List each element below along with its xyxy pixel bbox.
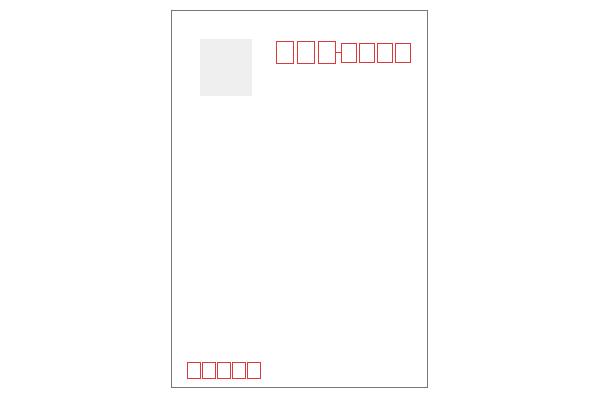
postal-code-box-6[interactable]: [377, 43, 393, 63]
postal-code-box-4[interactable]: [341, 43, 357, 63]
sender-postal-code-box-3[interactable]: [217, 362, 231, 379]
sender-postal-code-box-2[interactable]: [202, 362, 216, 379]
postal-code-box-5[interactable]: [359, 43, 375, 63]
postal-code-box-7[interactable]: [395, 43, 411, 63]
postcard: [171, 10, 428, 388]
postal-code-box-2[interactable]: [297, 41, 315, 64]
sender-postal-code-box-1[interactable]: [187, 362, 201, 379]
sender-postal-code-box-4[interactable]: [232, 362, 246, 379]
postal-code-box-3[interactable]: [318, 41, 336, 64]
page-canvas: [0, 0, 600, 400]
postal-code-box-1[interactable]: [276, 41, 294, 64]
sender-postal-code-box-5[interactable]: [247, 362, 261, 379]
stamp-area: [200, 39, 252, 96]
